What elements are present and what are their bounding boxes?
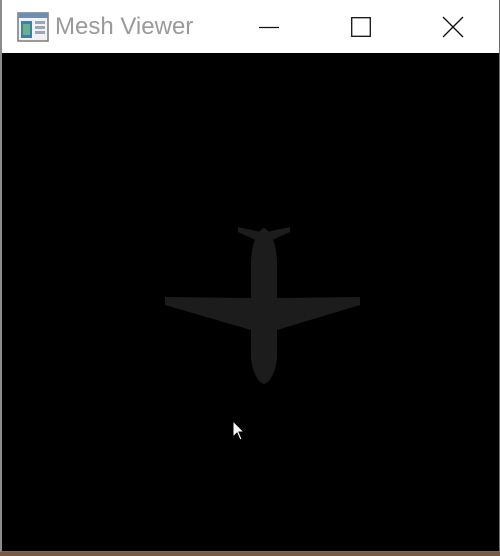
close-button[interactable]	[407, 0, 499, 53]
title-bar[interactable]: Mesh Viewer	[2, 0, 499, 53]
close-icon	[442, 16, 464, 37]
airplane-model	[165, 227, 360, 384]
minimize-button[interactable]	[223, 0, 315, 53]
maximize-button[interactable]	[315, 0, 407, 53]
app-icon[interactable]	[17, 11, 49, 43]
mesh-viewer-window: Mesh Viewer	[0, 0, 500, 552]
window-title: Mesh Viewer	[55, 12, 194, 40]
maximize-icon	[351, 16, 371, 37]
render-viewport[interactable]	[2, 53, 499, 551]
window-controls	[223, 0, 499, 53]
mouse-cursor-icon	[232, 419, 246, 447]
minimize-icon	[259, 26, 279, 28]
